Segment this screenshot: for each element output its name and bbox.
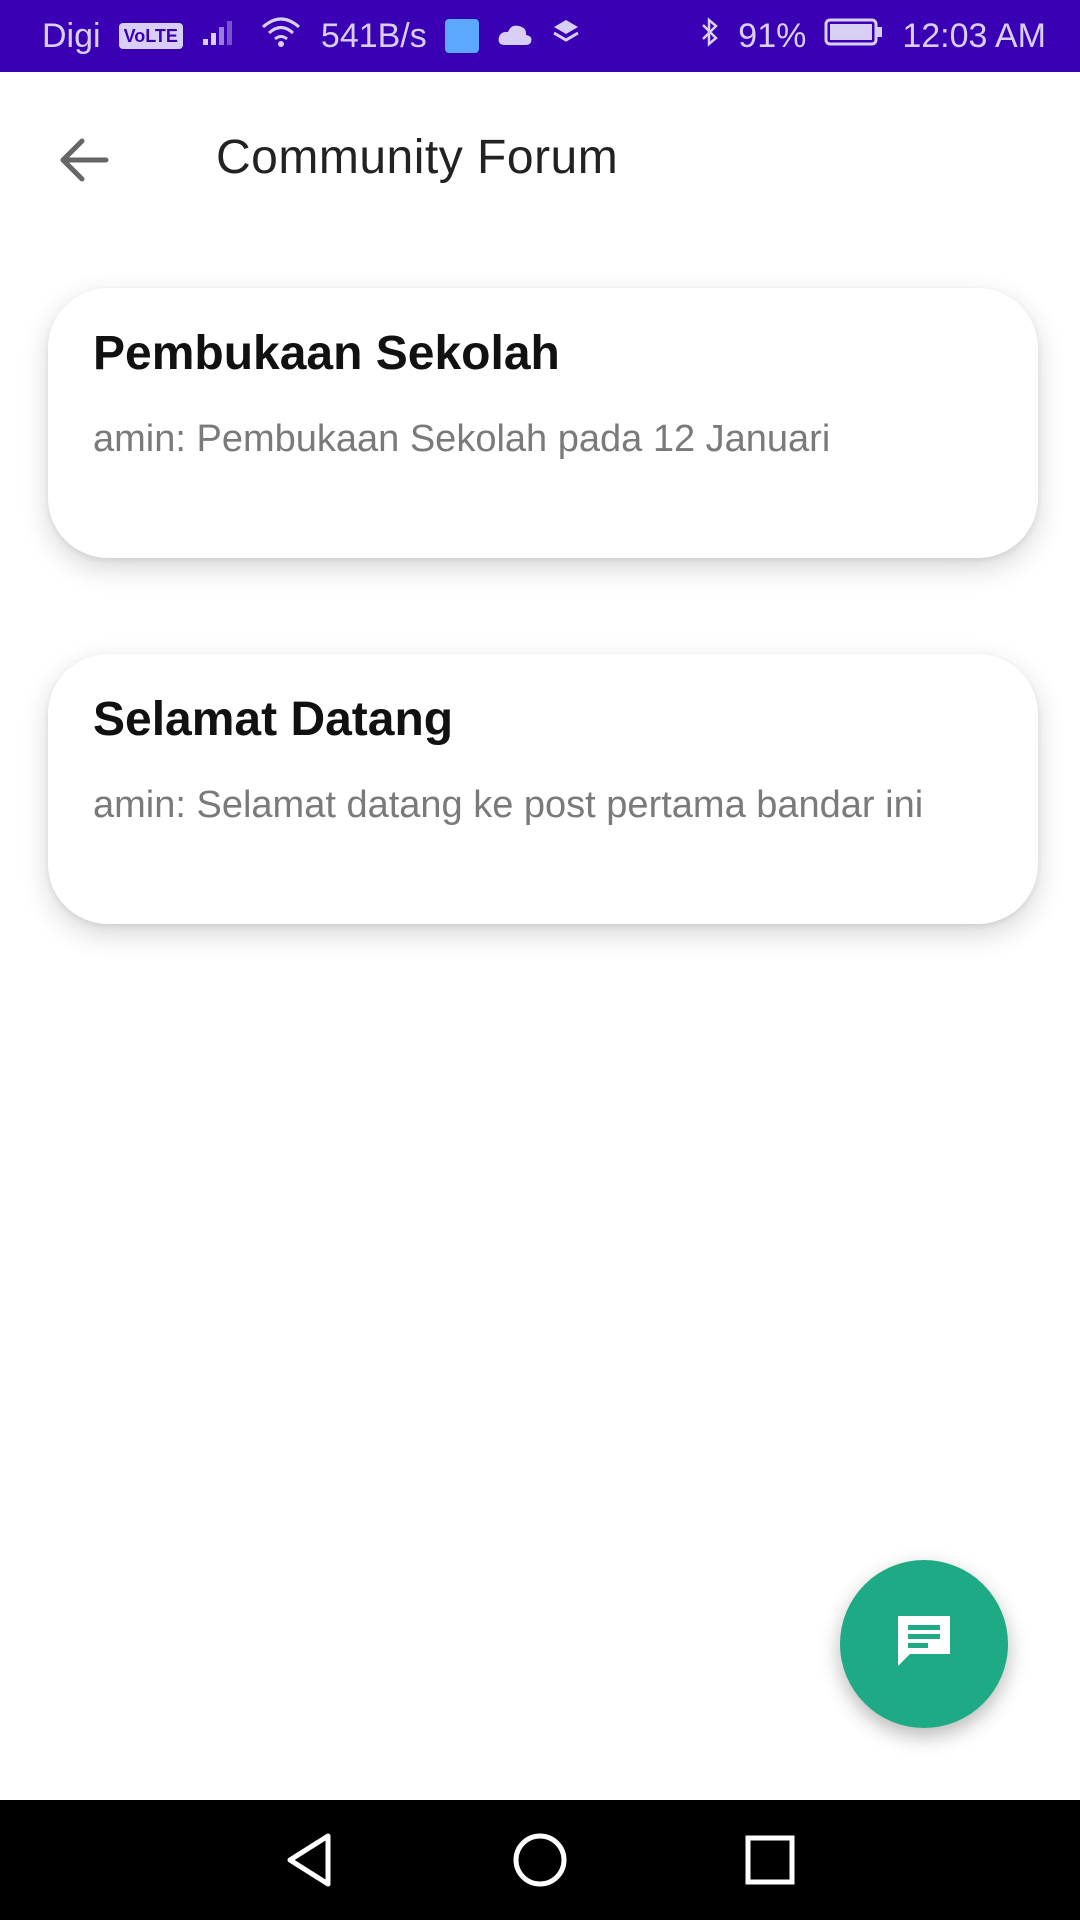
post-card[interactable]: Pembukaan Sekolah amin: Pembukaan Sekola… xyxy=(48,288,1038,558)
arrow-left-icon xyxy=(56,135,112,190)
battery-percent: 91% xyxy=(738,16,807,55)
back-button[interactable] xyxy=(44,122,124,202)
cloud-icon xyxy=(497,17,533,56)
recents-square-icon xyxy=(738,1835,802,1896)
layers-icon xyxy=(551,17,581,56)
post-title: Pembukaan Sekolah xyxy=(93,327,560,380)
status-bar-right: 91% 12:03 AM xyxy=(700,16,1046,57)
app-bar: Community Forum xyxy=(0,72,1080,242)
carrier-label: Digi xyxy=(42,16,101,55)
wifi-icon xyxy=(259,15,303,58)
post-card[interactable]: Selamat Datang amin: Selamat datang ke p… xyxy=(48,654,1038,924)
home-circle-icon xyxy=(508,1833,572,1896)
nav-home-button[interactable] xyxy=(508,1828,572,1892)
app-notification-icon xyxy=(444,19,479,53)
post-preview: amin: Pembukaan Sekolah pada 12 Januari xyxy=(93,418,831,460)
status-bar: Digi VoLTE 541B/s 91% 12:03 AM xyxy=(0,0,1080,72)
battery-icon xyxy=(824,17,884,56)
clock: 12:03 AM xyxy=(902,16,1046,55)
system-nav-bar xyxy=(0,1800,1080,1920)
signal-icon xyxy=(201,17,241,56)
volte-badge: VoLTE xyxy=(118,23,183,49)
network-speed: 541B/s xyxy=(320,16,427,55)
nav-recents-button[interactable] xyxy=(738,1828,802,1892)
back-triangle-icon xyxy=(278,1833,342,1896)
nav-back-button[interactable] xyxy=(278,1828,342,1892)
message-icon xyxy=(892,1610,956,1679)
page-title: Community Forum xyxy=(216,131,619,184)
status-bar-left: Digi VoLTE 541B/s xyxy=(42,15,581,58)
post-preview: amin: Selamat datang ke post pertama ban… xyxy=(93,784,924,826)
bluetooth-icon xyxy=(700,16,720,57)
new-post-button[interactable] xyxy=(840,1560,1008,1728)
post-title: Selamat Datang xyxy=(93,693,454,746)
